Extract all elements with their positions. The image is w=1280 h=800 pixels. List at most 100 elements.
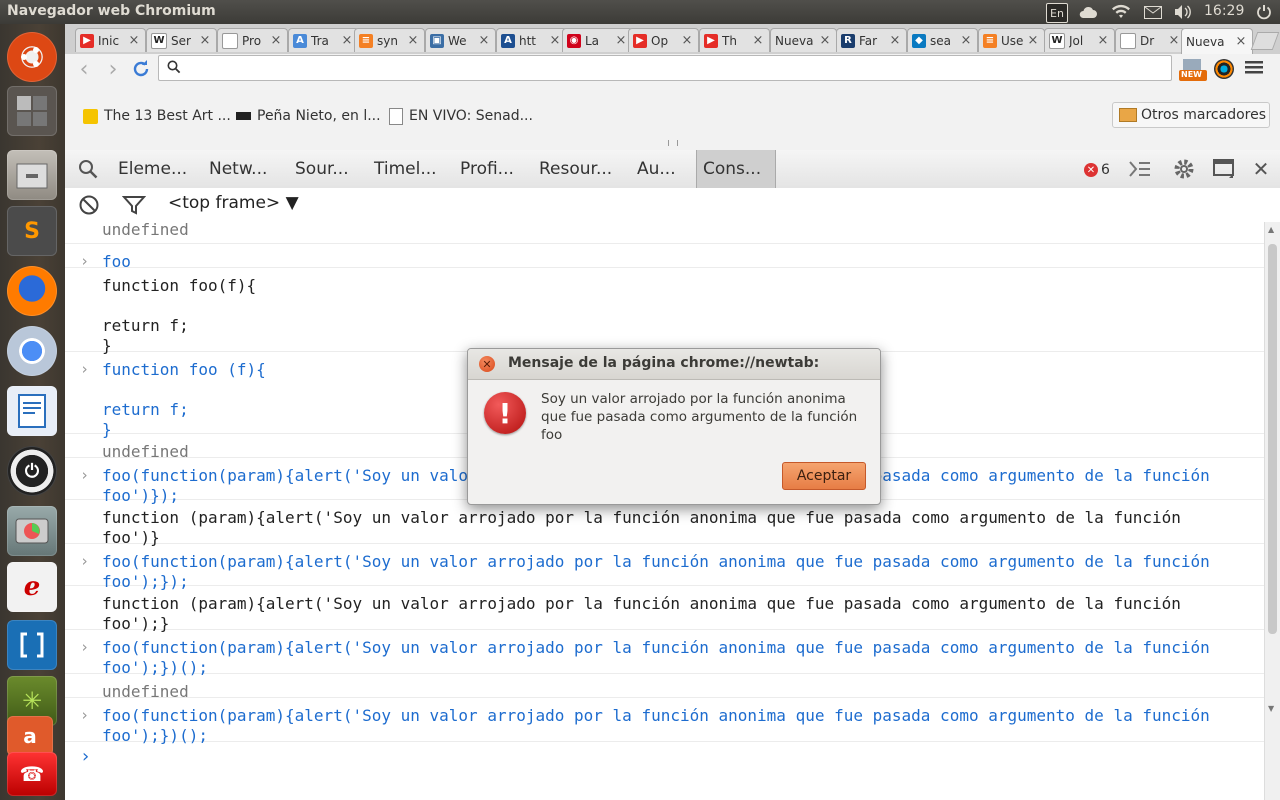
tab-close-icon[interactable]: × (1168, 33, 1180, 48)
tab-close-icon[interactable]: × (889, 33, 901, 48)
console-entry: function (param){alert('Soy un valor arr… (65, 500, 1264, 547)
console-scrollbar[interactable]: ▲ ▼ (1264, 222, 1280, 800)
drawer-toggle-icon[interactable] (1128, 157, 1152, 181)
devtools-tab[interactable]: Sour... (289, 150, 369, 188)
browser-tab[interactable]: A Tra × (288, 28, 359, 52)
clear-console-icon[interactable] (78, 194, 100, 220)
console-prompt[interactable]: › (65, 742, 1264, 782)
bookmark-item[interactable]: Peña Nieto, en l... (236, 104, 381, 128)
other-bookmarks-button[interactable]: Otros marcadores (1112, 102, 1270, 128)
input-chevron-icon: › (80, 466, 90, 484)
tab-close-icon[interactable]: × (407, 33, 419, 48)
console-input-text: foo(function(param){alert('Soy un valor … (102, 706, 1220, 745)
frame-selector[interactable]: <top frame> ▼ (168, 193, 299, 213)
close-icon[interactable]: ✕ (479, 356, 495, 372)
devtools-tab[interactable]: Profi... (454, 150, 534, 188)
tab-close-icon[interactable]: × (341, 33, 353, 48)
chromium-icon[interactable] (7, 326, 57, 376)
browser-tab[interactable]: ▶ Th × (699, 28, 770, 52)
tab-close-icon[interactable]: × (128, 33, 140, 48)
filter-icon[interactable] (121, 194, 147, 220)
input-chevron-icon: › (80, 706, 90, 724)
settings-gear-icon[interactable] (1172, 157, 1196, 181)
volume-icon[interactable] (1172, 3, 1194, 21)
reload-button[interactable] (129, 57, 153, 81)
tab-close-icon[interactable]: × (960, 33, 972, 48)
tab-close-icon[interactable]: × (199, 33, 211, 48)
menu-icon[interactable] (1245, 59, 1265, 79)
console-prompt-icon: › (80, 746, 91, 767)
back-button[interactable]: ‹ (72, 57, 96, 82)
scroll-up-arrow-icon[interactable]: ▲ (1268, 225, 1274, 234)
devtools-tab[interactable]: Resour... (533, 150, 631, 188)
browser-tab[interactable]: ≡ syn × (354, 28, 425, 52)
tab-close-icon[interactable]: × (549, 33, 561, 48)
clock[interactable]: 16:29 (1204, 3, 1244, 19)
error-icon: ! (484, 392, 526, 434)
devtools-tab[interactable]: Au... (631, 150, 695, 188)
browser-tab[interactable]: W Ser × (146, 28, 217, 52)
brackets-icon[interactable] (7, 620, 57, 670)
trash-icon[interactable]: ☎ (7, 752, 57, 796)
accept-button[interactable]: Aceptar (782, 462, 866, 490)
tab-close-icon[interactable]: × (1027, 33, 1039, 48)
dock-side-icon[interactable] (1212, 157, 1236, 181)
browser-tab[interactable]: W Jol × (1044, 28, 1115, 52)
browser-tab[interactable]: Ahtt × (496, 28, 567, 52)
sublime-text-icon[interactable]: S (7, 206, 57, 256)
devtools-tab[interactable]: Timel... (368, 150, 448, 188)
tab-close-icon[interactable]: × (752, 33, 764, 48)
inspect-search-icon[interactable] (76, 157, 100, 181)
cloud-icon[interactable] (1077, 3, 1099, 21)
devtools-resize-handle[interactable] (65, 136, 1280, 150)
ubuntu-dash-icon[interactable] (7, 32, 57, 82)
browser-tab[interactable]: ▶ Inic × (75, 28, 146, 52)
devtools-tab[interactable]: Eleme... (112, 150, 202, 188)
tab-close-icon[interactable]: × (478, 33, 490, 48)
tab-close-icon[interactable]: × (1235, 34, 1247, 49)
power-icon[interactable] (1254, 3, 1274, 21)
new-extension-icon[interactable]: NEW (1179, 58, 1207, 82)
mail-icon[interactable] (1142, 3, 1164, 21)
tab-close-icon[interactable]: × (615, 33, 627, 48)
libreoffice-writer-icon[interactable] (7, 386, 57, 436)
keyboard-layout-indicator[interactable]: En (1046, 3, 1068, 23)
forward-button[interactable]: › (101, 57, 125, 82)
browser-tab[interactable]: ≡ Use × (978, 28, 1045, 52)
tab-close-icon[interactable]: × (1097, 33, 1109, 48)
firefox-icon[interactable] (7, 266, 57, 316)
workspace-switcher-icon[interactable] (7, 86, 57, 136)
scroll-thumb[interactable] (1268, 244, 1277, 634)
wifi-icon[interactable] (1110, 3, 1132, 21)
devtools-tab[interactable]: Netw... (203, 150, 285, 188)
file-manager-icon[interactable] (7, 150, 57, 200)
browser-tab[interactable]: ◉ La × (562, 28, 633, 52)
ubuntu-software-icon[interactable]: a (7, 716, 53, 756)
new-badge-label: NEW (1181, 70, 1202, 79)
browser-tab[interactable]: Dr × (1115, 28, 1186, 52)
browser-tab[interactable]: ▶ Op × (628, 28, 699, 52)
browser-tab[interactable]: Pro × (217, 28, 288, 52)
browser-tab[interactable]: R Far × (836, 28, 907, 52)
bookmark-item[interactable]: EN VIVO: Senad... (389, 104, 533, 128)
power-app-icon[interactable]: ⏻ (7, 446, 57, 496)
browser-tab[interactable]: Nueva × (1181, 28, 1253, 54)
devtools-tab[interactable]: Cons... (696, 150, 776, 188)
tab-close-icon[interactable]: × (681, 33, 693, 48)
disk-usage-icon[interactable] (7, 506, 57, 556)
tab-close-icon[interactable]: × (270, 33, 282, 48)
camera-extension-icon[interactable] (1214, 59, 1234, 79)
bookmark-item[interactable]: The 13 Best Art ... (83, 104, 231, 128)
browser-tab[interactable]: ◆ sea × (907, 28, 978, 52)
omnibox[interactable] (158, 55, 1172, 81)
omnibox-input[interactable] (187, 59, 1161, 79)
browser-tab[interactable]: Nueva × (770, 28, 837, 52)
browser-tab[interactable]: ▣ We × (425, 28, 496, 52)
console-output[interactable]: undefined › foo function foo(f){ return f; … (65, 222, 1264, 800)
tab-close-icon[interactable]: × (819, 33, 831, 48)
scroll-down-arrow-icon[interactable]: ▼ (1268, 704, 1274, 713)
pdf-reader-icon[interactable]: ℯ (7, 562, 57, 612)
error-counter[interactable]: ✕ 6 (1084, 160, 1110, 180)
close-devtools-icon[interactable]: ✕ (1249, 157, 1273, 181)
grip-icon (668, 140, 678, 146)
